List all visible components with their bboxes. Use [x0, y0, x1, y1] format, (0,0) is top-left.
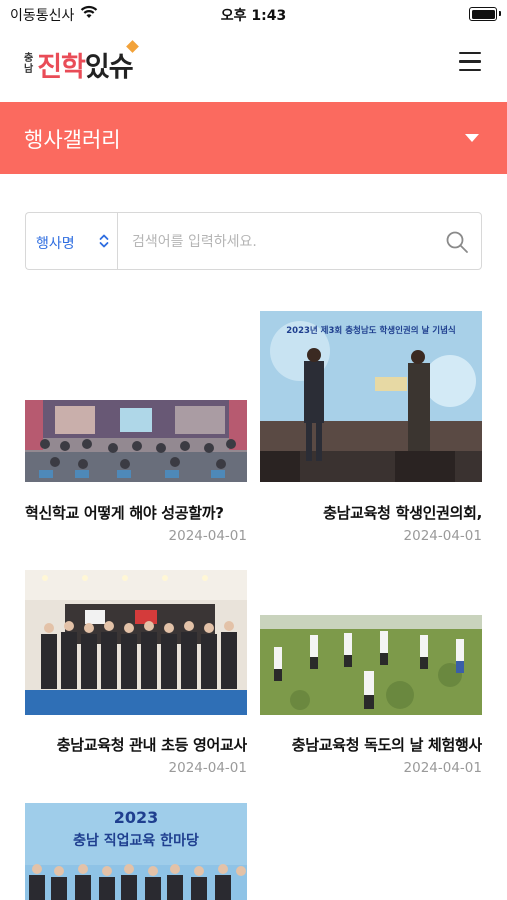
gallery-thumbnail	[260, 615, 482, 715]
hamburger-menu-icon[interactable]	[459, 52, 481, 72]
search-category-value: 행사명	[36, 236, 75, 252]
updown-chevron-icon	[99, 234, 109, 248]
app-header: 충 남 진학 있슈	[0, 28, 507, 102]
search-input[interactable]	[132, 225, 432, 259]
logo-region: 충 남	[24, 53, 33, 75]
gallery-card[interactable]: 충남교육청 관내 초등 영어교사 2024-04-01	[25, 570, 247, 780]
gallery-thumbnail	[25, 400, 247, 482]
section-dropdown[interactable]: 행사갤러리	[0, 102, 507, 174]
battery-icon	[469, 7, 501, 21]
gallery-card-title: 혁신학교 어떻게 해야 성공할까?	[25, 504, 224, 522]
status-bar: 이동통신사 오후 1:43	[0, 0, 507, 28]
logo-text-2: 있슈	[84, 51, 134, 83]
search-icon[interactable]	[445, 230, 469, 254]
gallery-card-date: 2024-04-01	[168, 528, 247, 544]
gallery-card[interactable]: 2023년 제3회 충청남도 학생인권의 날 기념식 충남교육청 학생인권의회,…	[260, 311, 482, 550]
gallery-card-title: 충남교육청 독도의 날 체험행사	[291, 736, 482, 754]
logo-region-top: 충	[24, 53, 34, 64]
logo-region-bottom: 남	[24, 64, 34, 75]
clock: 오후 1:43	[220, 8, 287, 24]
gallery-thumbnail: 2023 충남 직업교육 한마당	[25, 803, 247, 900]
gallery-thumbnail: 2023년 제3회 충청남도 학생인권의 날 기념식	[260, 311, 482, 482]
thumbnail-banner-year: 2023	[114, 808, 159, 827]
gallery-card[interactable]: 2023 충남 직업교육 한마당	[25, 803, 247, 900]
app-logo[interactable]: 충 남 진학 있슈	[24, 40, 139, 84]
gallery-card[interactable]: 혁신학교 어떻게 해야 성공할까? 2024-04-01	[25, 400, 247, 550]
gallery-card-date: 2024-04-01	[403, 760, 482, 776]
gallery-card-title: 충남교육청 학생인권의회,	[323, 504, 482, 522]
caret-down-icon[interactable]	[465, 134, 479, 142]
gallery-card-date: 2024-04-01	[403, 528, 482, 544]
gallery-card[interactable]: 충남교육청 독도의 날 체험행사 2024-04-01	[260, 615, 482, 780]
thumbnail-banner-text: 충남 직업교육 한마당	[73, 832, 199, 849]
gallery-card-date: 2024-04-01	[168, 760, 247, 776]
gallery-card-title: 충남교육청 관내 초등 영어교사	[56, 736, 247, 754]
search-category-select[interactable]: 행사명	[25, 212, 117, 270]
thumbnail-banner-text: 2023년 제3회 충청남도 학생인권의 날 기념식	[286, 325, 456, 336]
logo-text-1: 진학	[37, 51, 86, 83]
section-title: 행사갤러리	[24, 128, 121, 152]
search-box	[117, 212, 482, 270]
gallery-thumbnail	[25, 570, 247, 715]
